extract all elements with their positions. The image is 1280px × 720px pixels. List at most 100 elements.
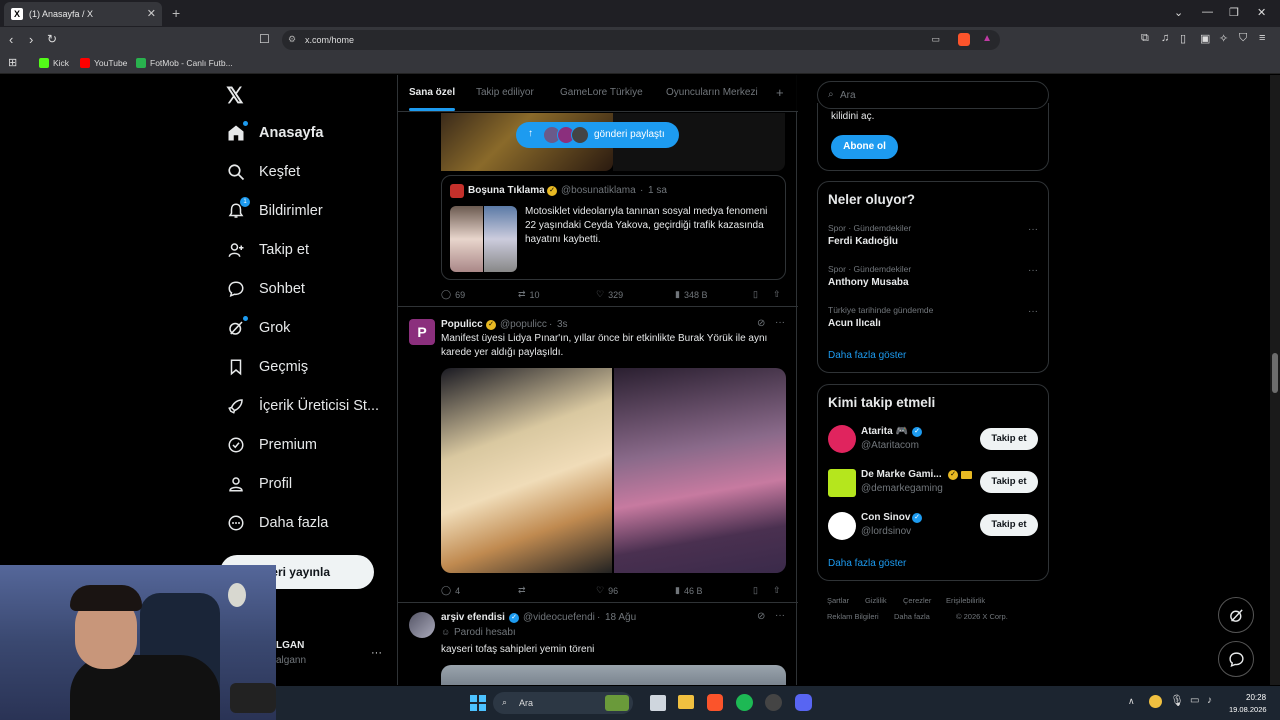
follow-button[interactable]: Takip et xyxy=(980,514,1038,536)
post-author[interactable]: arşiv efendisi xyxy=(441,612,505,623)
share-button[interactable]: ⇧ xyxy=(773,289,781,300)
windows-start-icon[interactable] xyxy=(470,695,486,711)
feed-post[interactable]: P Populicc ✓ @populicc · 3s ⊘ ··· Manife… xyxy=(398,307,798,603)
microphone-icon[interactable]: 🎙 xyxy=(1170,694,1184,707)
x-logo-icon[interactable]: 𝕏 xyxy=(226,83,244,109)
tab-gamelore[interactable]: GameLore Türkiye xyxy=(560,87,643,98)
close-tab-icon[interactable]: ✕ xyxy=(147,7,156,20)
steam-icon[interactable] xyxy=(765,694,782,711)
cast-icon[interactable]: ▭ xyxy=(931,34,940,45)
suggestion-name[interactable]: Con Sinov xyxy=(861,512,910,523)
nav-explore[interactable]: Keşfet xyxy=(227,163,300,181)
follow-button[interactable]: Takip et xyxy=(980,428,1038,450)
account-more-icon[interactable]: ··· xyxy=(371,647,382,659)
taskbar-date[interactable]: 19.08.2026 xyxy=(1229,705,1267,714)
maximize-icon[interactable]: ❐ xyxy=(1229,6,1239,19)
footer-link[interactable]: Şartlar xyxy=(827,596,849,605)
tab-search-icon[interactable]: ⌄ xyxy=(1174,6,1183,19)
tab-oyuncularin-merkezi[interactable]: Oyuncuların Merkezi xyxy=(666,87,764,98)
nav-chat[interactable]: Sohbet xyxy=(227,280,305,298)
post-avatar[interactable]: P xyxy=(409,319,435,345)
footer-link[interactable]: Reklam Bilgileri xyxy=(827,612,879,621)
suggestion-avatar[interactable] xyxy=(828,425,856,453)
tray-overflow-icon[interactable]: ∧ xyxy=(1128,696,1135,707)
suggestion-name[interactable]: Atarita 🎮 xyxy=(861,426,908,437)
apps-grid-icon[interactable]: ⊞ xyxy=(8,56,17,69)
file-explorer-icon[interactable] xyxy=(678,695,694,709)
messages-fab[interactable] xyxy=(1218,641,1254,677)
nav-follow[interactable]: Takip et xyxy=(227,241,309,259)
nav-creator-studio[interactable]: İçerik Üreticisi St... xyxy=(227,397,379,415)
bookmark-youtube[interactable]: YouTube xyxy=(80,58,127,68)
add-tab-icon[interactable]: + xyxy=(776,85,784,100)
post-image[interactable] xyxy=(441,665,786,685)
nav-more[interactable]: Daha fazla xyxy=(227,514,328,532)
follow-show-more[interactable]: Daha fazla göster xyxy=(828,558,906,569)
discord-icon[interactable] xyxy=(795,694,812,711)
like-button[interactable]: ♡ 96 xyxy=(596,585,618,596)
brave-rewards-icon[interactable]: ▲ xyxy=(982,33,992,44)
tray-app-icon[interactable] xyxy=(1149,695,1162,708)
leo-icon[interactable]: ✧ xyxy=(1219,32,1228,45)
post-image[interactable] xyxy=(614,368,786,573)
reload-icon[interactable]: ↻ xyxy=(47,32,57,46)
quoted-post[interactable]: Boşuna Tıklama ✓ @bosunatiklama · 1 sa M… xyxy=(441,175,786,280)
grok-explain-icon[interactable]: ⊘ xyxy=(757,611,765,622)
views-button[interactable]: ▮ 348 B xyxy=(675,289,707,300)
post-image[interactable] xyxy=(441,368,612,573)
nav-grok[interactable]: Grok xyxy=(227,316,290,337)
brave-shield-icon[interactable] xyxy=(958,33,970,46)
trend-name[interactable]: Acun Ilıcalı xyxy=(828,318,881,329)
page-scrollbar[interactable] xyxy=(1270,75,1280,685)
repost-button[interactable]: ⇄ 10 xyxy=(518,289,540,300)
bookmark-button[interactable]: ▯ xyxy=(753,289,758,300)
footer-link[interactable]: Daha fazla xyxy=(894,612,930,621)
wallet-icon[interactable]: ▣ xyxy=(1200,32,1210,45)
volume-icon[interactable]: ♪ xyxy=(1207,695,1212,706)
post-more-icon[interactable]: ··· xyxy=(775,317,785,328)
new-posts-pill[interactable]: ↑ gönderi paylaştı xyxy=(516,122,679,148)
post-author[interactable]: Populicc xyxy=(441,319,483,330)
monitor-icon[interactable]: ▭ xyxy=(1190,695,1199,706)
quoted-name[interactable]: Boşuna Tıklama xyxy=(468,185,545,196)
spotify-icon[interactable] xyxy=(736,694,753,711)
tab-for-you[interactable]: Sana özel xyxy=(409,87,455,98)
account-name[interactable]: LGAN xyxy=(276,640,304,651)
trend-more-icon[interactable]: ··· xyxy=(1028,224,1038,235)
footer-link[interactable]: Gizlilik xyxy=(865,596,887,605)
subscribe-button[interactable]: Abone ol xyxy=(831,135,898,159)
share-button[interactable]: ⇧ xyxy=(773,585,781,596)
forward-icon[interactable]: › xyxy=(29,32,33,47)
bookmark-button[interactable]: ▯ xyxy=(753,585,758,596)
brave-taskbar-icon[interactable] xyxy=(707,694,723,711)
like-button[interactable]: ♡ 329 xyxy=(596,289,623,300)
trend-more-icon[interactable]: ··· xyxy=(1028,265,1038,276)
bookmark-kick[interactable]: Kick xyxy=(39,58,69,68)
address-bar[interactable]: ⚙ x.com/home ▭ ▲ xyxy=(282,30,1000,50)
scrollbar-thumb[interactable] xyxy=(1272,353,1278,393)
suggestion-avatar[interactable] xyxy=(828,512,856,540)
nav-premium[interactable]: Premium xyxy=(227,436,317,454)
footer-link[interactable]: Çerezler xyxy=(903,596,931,605)
sidebar-icon[interactable]: ▯ xyxy=(1180,32,1186,45)
media-icon[interactable]: ♫ xyxy=(1161,32,1169,44)
nav-bookmarks[interactable]: Geçmiş xyxy=(227,358,308,376)
taskbar-time[interactable]: 20:28 xyxy=(1246,693,1266,702)
footer-link[interactable]: Erişilebilirlik xyxy=(946,596,985,605)
back-icon[interactable]: ‹ xyxy=(9,32,13,47)
trends-show-more[interactable]: Daha fazla göster xyxy=(828,350,906,361)
browser-tab[interactable]: X (1) Anasayfa / X ✕ xyxy=(4,2,162,26)
grok-fab[interactable] xyxy=(1218,597,1254,633)
reply-button[interactable]: ◯ 4 xyxy=(441,585,460,596)
extensions-icon[interactable]: ⧉ xyxy=(1141,32,1149,45)
trend-more-icon[interactable]: ··· xyxy=(1028,306,1038,317)
trend-name[interactable]: Anthony Musaba xyxy=(828,277,909,288)
close-window-icon[interactable]: ✕ xyxy=(1257,6,1266,19)
nav-profile[interactable]: Profil xyxy=(227,475,292,493)
minimize-icon[interactable]: — xyxy=(1202,6,1213,18)
new-tab-icon[interactable]: + xyxy=(172,5,180,21)
suggestion-name[interactable]: De Marke Gami... xyxy=(861,469,942,480)
nav-notifications[interactable]: 1 Bildirimler xyxy=(227,197,323,220)
repost-button[interactable]: ⇄ xyxy=(518,585,530,596)
task-view-icon[interactable] xyxy=(650,695,666,711)
